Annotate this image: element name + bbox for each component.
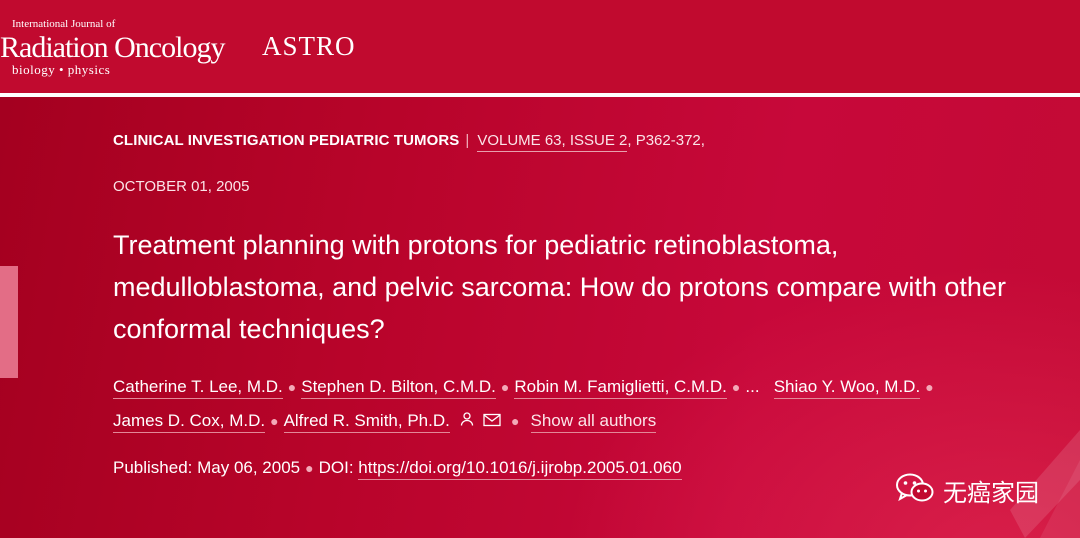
journal-header: International Journal of Radiation Oncol… [0, 0, 1080, 93]
published-date: Published: May 06, 2005 [113, 458, 301, 477]
author-separator: ● [287, 379, 297, 395]
mail-icon[interactable] [483, 405, 501, 438]
publication-info: Published: May 06, 2005 ● DOI: https://doi… [113, 458, 682, 480]
author-separator: ● [925, 379, 934, 395]
author-separator: ● [511, 413, 520, 429]
author-link[interactable]: Shiao Y. Woo, M.D. [773, 377, 921, 399]
meta-separator: ● [305, 460, 314, 476]
meta-separator: | [465, 132, 470, 149]
journal-logo-name: Radiation Oncology [0, 31, 225, 64]
author-link[interactable]: Alfred R. Smith, Ph.D. [283, 411, 450, 433]
watermark: 无癌家园 [895, 472, 1039, 509]
doi-link[interactable]: https://doi.org/10.1016/j.ijrobp.2005.01… [358, 458, 682, 480]
issue-date: OCTOBER 01, 2005 [113, 178, 250, 195]
person-icon[interactable] [459, 405, 475, 438]
author-list: Catherine T. Lee, M.D. ● Stephen D. Bilton… [113, 370, 1053, 438]
journal-logo-small-line: International Journal of [12, 18, 116, 30]
header-divider [0, 93, 1080, 97]
author-link[interactable]: Catherine T. Lee, M.D. [113, 377, 283, 399]
article-title: Treatment planning with protons for pedi… [113, 230, 1006, 344]
author-link[interactable]: Robin M. Famiglietti, C.M.D. [514, 377, 727, 399]
astro-logo[interactable]: ASTRO [262, 31, 356, 62]
article-section: CLINICAL INVESTIGATION PEDIATRIC TUMORS [113, 132, 460, 149]
wechat-icon [895, 472, 935, 509]
watermark-text: 无癌家园 [943, 479, 1039, 507]
author-separator: ● [500, 379, 510, 395]
show-all-authors-link[interactable]: Show all authors [530, 411, 657, 433]
volume-issue-link[interactable]: VOLUME 63, ISSUE 2 [477, 132, 628, 152]
article-pages: , P362-372, [627, 132, 705, 149]
article-meta: CLINICAL INVESTIGATION PEDIATRIC TUMORS |… [113, 132, 705, 152]
journal-logo-subtitle: biology • physics [12, 62, 111, 77]
authors-ellipsis: ... [745, 377, 760, 396]
side-tab[interactable] [0, 266, 18, 378]
doi-label: DOI: [318, 458, 354, 477]
author-separator: ● [270, 413, 279, 429]
author-link[interactable]: Stephen D. Bilton, C.M.D. [301, 377, 496, 399]
author-separator: ● [731, 379, 741, 395]
author-link[interactable]: James D. Cox, M.D. [113, 411, 266, 433]
